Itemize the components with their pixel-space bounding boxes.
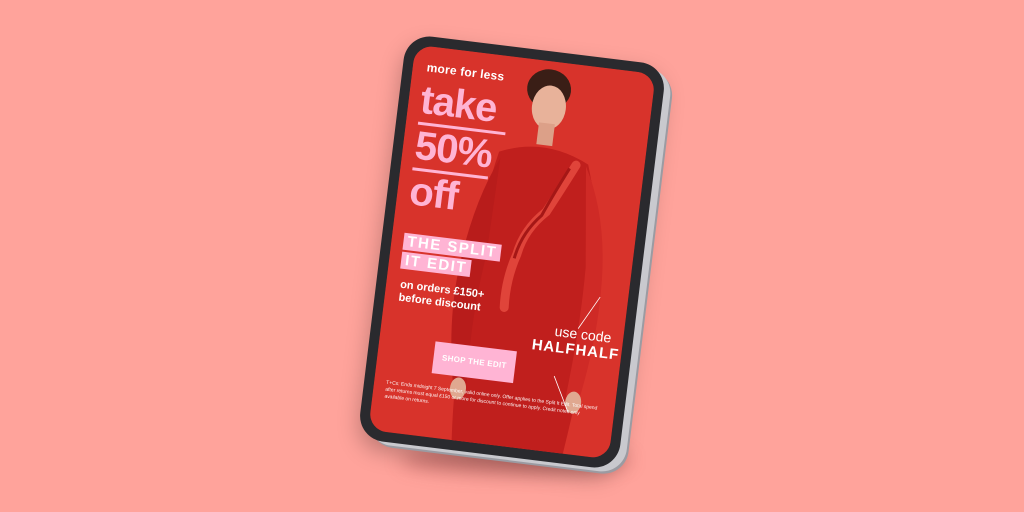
stage: more for less take 50% off THE SPLIT IT … <box>0 0 1024 512</box>
headline-percent: 50% <box>412 123 495 177</box>
order-condition: on orders £150+ before discount <box>398 279 485 315</box>
tablet-screen: more for less take 50% off THE SPLIT IT … <box>368 44 656 460</box>
headline-off: off <box>406 169 461 219</box>
promo-code-box: use code HALFHALF <box>531 321 620 364</box>
tablet-device: more for less take 50% off THE SPLIT IT … <box>357 33 667 471</box>
ad-copy: more for less take 50% off THE SPLIT IT … <box>368 45 655 460</box>
shop-the-edit-button[interactable]: SHOP THE EDIT <box>431 341 517 384</box>
headline-take: take <box>418 77 500 131</box>
terms-and-conditions: T+Cs: Ends midnight 7 September, valid o… <box>384 379 598 417</box>
